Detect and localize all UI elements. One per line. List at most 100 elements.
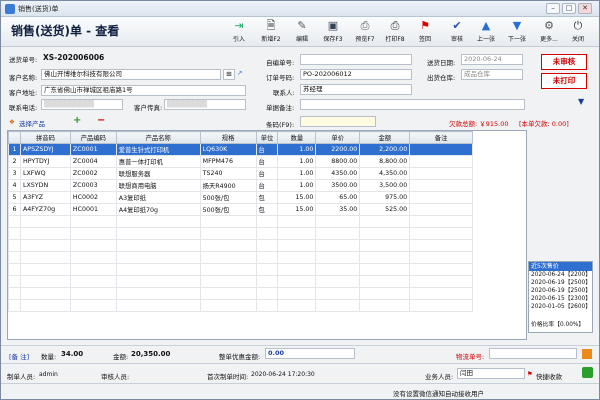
col-header[interactable]: 数量	[277, 131, 317, 144]
table-cell[interactable]: 6	[8, 203, 21, 216]
table-cell[interactable]: 台	[255, 167, 279, 180]
table-cell[interactable]: 1.00	[277, 143, 317, 156]
table-cell[interactable]: 台	[255, 155, 279, 168]
table-cell[interactable]: A3复印纸	[115, 191, 201, 204]
date-field[interactable]: 2020-06-24	[461, 54, 523, 65]
table-row[interactable]: 2 HPYTDYJ ZC0004 惠普一体打印机 MFPM476 台 1.00 8800.00…	[8, 155, 473, 168]
import-button[interactable]: ⇥ 引入	[227, 19, 251, 45]
table-cell[interactable]	[409, 155, 473, 168]
close-button[interactable]: ⏻ 关闭	[567, 19, 589, 45]
custom-no-field[interactable]	[300, 54, 412, 65]
close-window-button[interactable]: ✕	[578, 3, 592, 14]
table-cell[interactable]: 35.00	[315, 203, 361, 216]
tracking-field[interactable]	[489, 348, 577, 359]
table-cell[interactable]: 爱普生针式打印机	[115, 143, 201, 156]
table-cell[interactable]: 2	[8, 155, 21, 168]
table-cell[interactable]: 台	[255, 143, 279, 156]
table-cell[interactable]: 3500.00	[315, 179, 361, 192]
table-row[interactable]: 3 LXFWQ ZC0002 联想服务器 TS240 台 1.00 4350.00 4,350.…	[8, 167, 473, 180]
expand-icon[interactable]: ▼	[578, 97, 584, 106]
table-cell[interactable]: 15.00	[277, 191, 317, 204]
table-row[interactable]: 4 LXSYDN ZC0003 联想商用电脑 扬天R4900 台 1.00 3500.00 3,…	[8, 179, 473, 192]
table-cell[interactable]: 15.00	[277, 203, 317, 216]
phone-field[interactable]: ▒▒▒▒▒▒▒▒▒▒	[41, 99, 123, 110]
col-header[interactable]: 金额	[359, 131, 411, 144]
table-cell[interactable]: 惠普一体打印机	[115, 155, 201, 168]
choose-product-link[interactable]: 选择产品	[19, 118, 45, 128]
table-cell[interactable]: 4350.00	[315, 167, 361, 180]
table-cell[interactable]: 联想服务器	[115, 167, 201, 180]
warehouse-select[interactable]: 成品仓库	[461, 69, 523, 80]
table-cell[interactable]: A4复印纸70g	[115, 203, 201, 216]
customer-lookup-button[interactable]: ⊞	[223, 69, 235, 80]
table-cell[interactable]: ZC0003	[69, 179, 117, 192]
table-cell[interactable]: 8800.00	[315, 155, 361, 168]
col-header[interactable]: 单位	[255, 131, 279, 144]
table-cell[interactable]: 65.00	[315, 191, 361, 204]
contact-field[interactable]: 苏经理	[300, 84, 412, 95]
rss-icon[interactable]	[582, 349, 592, 359]
table-cell[interactable]: 1.00	[277, 155, 317, 168]
col-header[interactable]: 规格	[199, 131, 257, 144]
col-header[interactable]: 备注	[409, 131, 473, 144]
table-row[interactable]: 1 APSZSDYJ ZC0001 爱普生针式打印机 LQ630K 台 1.00 2200.0…	[8, 143, 473, 156]
table-cell[interactable]: 包	[255, 191, 279, 204]
table-cell[interactable]: HC0001	[69, 203, 117, 216]
note-field[interactable]	[300, 99, 525, 110]
table-cell[interactable]	[409, 203, 473, 216]
minimize-button[interactable]: –	[546, 3, 560, 14]
table-row[interactable]: 5 A3FYZ HC0002 A3复印纸 500张/包包 15.00 65.00 975.00	[8, 191, 473, 204]
table-cell[interactable]: A4FYZ70g	[19, 203, 71, 216]
table-cell[interactable]: 1	[8, 143, 21, 156]
audit-button[interactable]: ✔ 审核	[446, 19, 468, 45]
address-field[interactable]: 广东省佛山市禅城区祖庙路1号	[41, 85, 246, 96]
po-field[interactable]: PO-202006012	[300, 69, 412, 80]
table-cell[interactable]: 联想商用电脑	[115, 179, 201, 192]
table-cell[interactable]: 975.00	[359, 191, 411, 204]
table-row[interactable]: 6 A4FYZ70g HC0001 A4复印纸70g 500张/包包 15.00 35.00…	[8, 203, 473, 216]
fax-field[interactable]: ▒▒▒▒▒▒▒▒	[164, 99, 246, 110]
col-header[interactable]: 拼音码	[19, 131, 71, 144]
edit-button[interactable]: ✎ 编辑	[291, 19, 313, 45]
table-cell[interactable]: MFPM476	[199, 155, 257, 168]
wechat-icon[interactable]	[582, 367, 593, 378]
barcode-input[interactable]	[300, 116, 376, 127]
signback-button[interactable]: ⚑ 签回	[414, 19, 436, 45]
table-cell[interactable]: 2,200.00	[359, 143, 411, 156]
table-cell[interactable]: HPYTDYJ	[19, 155, 71, 168]
table-cell[interactable]: HC0002	[69, 191, 117, 204]
print-button[interactable]: ⎙ 打印F8	[381, 19, 409, 45]
save-button[interactable]: ▣ 保存F3	[319, 19, 347, 45]
table-cell[interactable]: 5	[8, 191, 21, 204]
table-cell[interactable]: 500张/包	[199, 191, 257, 204]
table-cell[interactable]: ZC0004	[69, 155, 117, 168]
table-cell[interactable]: 8,800.00	[359, 155, 411, 168]
table-cell[interactable]: 525.00	[359, 203, 411, 216]
table-cell[interactable]: LXFWQ	[19, 167, 71, 180]
customer-field[interactable]: 佛山开博维尔科技有限公司	[41, 69, 221, 80]
discount-field[interactable]: 0.00	[265, 348, 355, 359]
table-cell[interactable]: 台	[255, 179, 279, 192]
table-cell[interactable]: 1.00	[277, 167, 317, 180]
more-button[interactable]: ⚙ 更多...	[536, 19, 562, 45]
table-cell[interactable]	[409, 179, 473, 192]
table-cell[interactable]: 扬天R4900	[199, 179, 257, 192]
prev-button[interactable]: ▲ 上一张	[473, 19, 499, 45]
sales-select[interactable]: 闫田	[457, 368, 525, 379]
table-cell[interactable]: 500张/包	[199, 203, 257, 216]
table-cell[interactable]: TS240	[199, 167, 257, 180]
table-cell[interactable]: ZC0001	[69, 143, 117, 156]
table-cell[interactable]: A3FYZ	[19, 191, 71, 204]
add-row-icon[interactable]: +	[73, 115, 81, 126]
note-tag-link[interactable]: [备 注]	[9, 351, 29, 361]
table-cell[interactable]: 3	[8, 167, 21, 180]
table-cell[interactable]: LXSYDN	[19, 179, 71, 192]
maximize-button[interactable]: □	[562, 3, 576, 14]
table-cell[interactable]: 1.00	[277, 179, 317, 192]
table-cell[interactable]	[409, 143, 473, 156]
col-header[interactable]: 产品名称	[115, 131, 201, 144]
next-button[interactable]: ▼ 下一张	[504, 19, 530, 45]
table-cell[interactable]: ZC0002	[69, 167, 117, 180]
table-cell[interactable]: 2200.00	[315, 143, 361, 156]
customer-link-icon[interactable]: ↗	[237, 69, 242, 77]
